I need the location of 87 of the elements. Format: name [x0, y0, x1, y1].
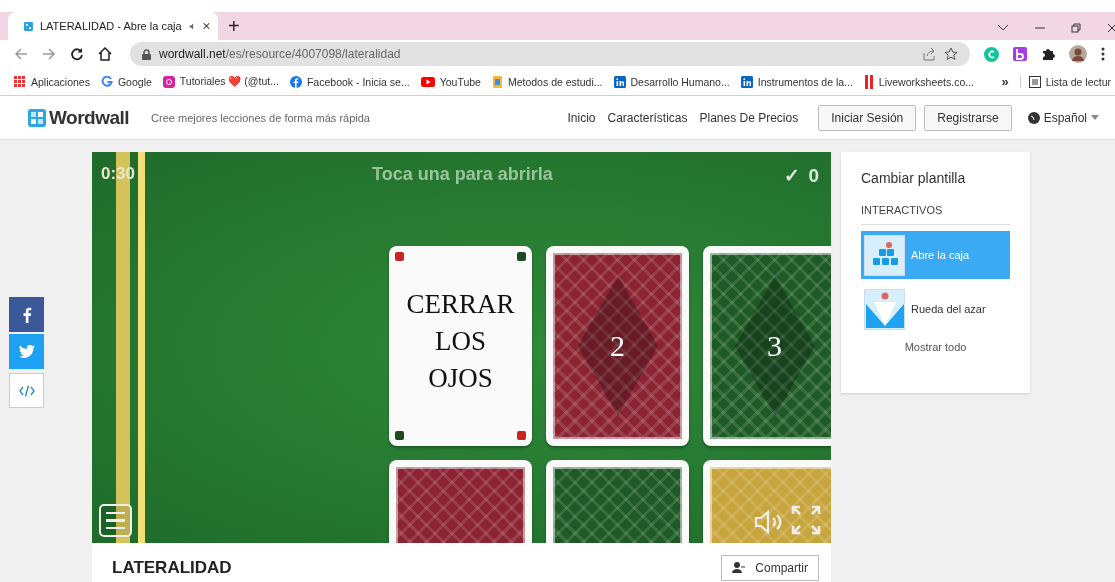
- apps-grid-icon: [14, 75, 26, 88]
- tagline: Cree mejores lecciones de forma más rápida: [151, 111, 370, 124]
- puzzle-icon[interactable]: [1041, 47, 1055, 61]
- bookmark-link[interactable]: Instrumentos de la...: [740, 75, 853, 88]
- reading-list-link[interactable]: Lista de lectur: [1019, 75, 1111, 88]
- fullscreen-icon: [791, 505, 821, 535]
- suit-pip-icon: [395, 431, 404, 440]
- bookmark-link[interactable]: Facebook - Inicia se...: [289, 75, 410, 88]
- letter-b-extension-icon[interactable]: [1013, 47, 1027, 61]
- logo-grid-icon: [28, 108, 46, 127]
- tab-title: LATERALIDAD - Abre la caja: [39, 20, 182, 32]
- linkedin-icon: [740, 75, 753, 88]
- share-button[interactable]: Compartir: [721, 554, 819, 581]
- document-icon: [491, 75, 503, 88]
- card-number: 2: [610, 329, 625, 363]
- bookmark-link[interactable]: Metodos de estudi...: [491, 75, 603, 88]
- back-arrow-icon[interactable]: [14, 47, 28, 61]
- bookmark-link[interactable]: YouTube: [420, 75, 481, 88]
- card-back[interactable]: 3: [703, 246, 831, 446]
- chevron-down-icon[interactable]: [997, 24, 1009, 32]
- google-g-icon: [100, 75, 113, 88]
- star-icon[interactable]: [944, 47, 958, 61]
- score: 0: [808, 164, 819, 187]
- boxes-thumbnail: [864, 234, 905, 276]
- code-icon: [18, 384, 35, 397]
- signup-button[interactable]: Registrarse: [924, 104, 1012, 131]
- grid-logo-icon: [24, 19, 33, 33]
- suit-pip-icon: [395, 252, 404, 261]
- play-icon: [420, 76, 435, 87]
- word-card[interactable]: CERRAR LOS OJOS: [389, 246, 532, 446]
- person-icon: [732, 562, 746, 573]
- more-icon[interactable]: [1101, 47, 1105, 61]
- check-mark: ✓: [784, 164, 801, 187]
- show-all-link[interactable]: Mostrar todo: [904, 341, 967, 353]
- url-path: /es/resource/4007098/lateralidad: [225, 47, 401, 61]
- nav-link[interactable]: Inicio: [567, 110, 596, 125]
- nav-link[interactable]: Planes De Precios: [699, 110, 799, 125]
- forward-arrow-icon[interactable]: [42, 47, 56, 61]
- bookmark-link[interactable]: Liveworksheets.co...: [863, 74, 974, 89]
- address-bar[interactable]: wordwall.net/es/resource/4007098/lateralidad: [130, 42, 970, 66]
- wheel-thumbnail: [864, 288, 905, 330]
- reload-icon[interactable]: [70, 47, 84, 61]
- twitter-share-button[interactable]: [9, 334, 44, 369]
- site-logo[interactable]: Wordwall: [28, 106, 130, 129]
- home-icon[interactable]: [98, 47, 112, 61]
- menu-button[interactable]: [99, 504, 132, 537]
- new-tab-button[interactable]: +: [228, 16, 240, 36]
- more-bookmarks[interactable]: »: [1001, 74, 1009, 89]
- avatar-icon[interactable]: [1069, 45, 1087, 63]
- bookmark-link[interactable]: Google: [100, 75, 152, 88]
- url-host: wordwall.net: [159, 47, 226, 61]
- facebook-icon: [289, 75, 302, 88]
- login-button[interactable]: Iniciar Sesión: [818, 104, 917, 131]
- globe-icon: [1027, 111, 1040, 124]
- bookmark-link[interactable]: Desarrollo Humano...: [613, 75, 730, 88]
- language-selector[interactable]: Español: [1021, 109, 1105, 126]
- diamond-icon: [577, 276, 658, 416]
- card-number: 3: [767, 329, 782, 363]
- caret-icon: [1091, 115, 1099, 120]
- activity-title: LATERALIDAD: [112, 557, 232, 578]
- browser-tab[interactable]: LATERALIDAD - Abre la caja: [8, 12, 218, 40]
- diamond-icon: [734, 276, 815, 416]
- share-icon[interactable]: [922, 47, 936, 61]
- nav-link[interactable]: Características: [607, 110, 688, 125]
- card-back[interactable]: 2: [546, 246, 689, 446]
- panel-title: Cambiar plantilla: [861, 170, 967, 186]
- card-text: CERRAR LOS OJOS: [405, 288, 516, 395]
- suit-pip-icon: [517, 431, 526, 440]
- bird-icon: [18, 345, 35, 358]
- facebook-f-icon: [21, 306, 32, 323]
- linkedin-icon: [613, 75, 626, 88]
- speaker-icon: [754, 509, 784, 535]
- instruction-text: Toca una para abrirla: [372, 164, 553, 185]
- restore-icon[interactable]: [1071, 23, 1081, 33]
- bookmark-link[interactable]: Tutoriales ❤ (@tut...: [162, 75, 279, 88]
- embed-button[interactable]: [9, 373, 44, 408]
- bookmark-link[interactable]: Aplicaciones: [14, 75, 90, 88]
- close-window-icon[interactable]: [1107, 23, 1115, 33]
- suit-pip-icon: [517, 252, 526, 261]
- facebook-share-button[interactable]: [9, 297, 44, 332]
- close-icon[interactable]: [203, 21, 210, 31]
- list-icon: [1028, 75, 1041, 88]
- camera-icon: [162, 75, 175, 88]
- template-option[interactable]: Rueda del azar: [861, 285, 1010, 333]
- double-bar-icon: [863, 74, 874, 89]
- lock-icon: [142, 48, 151, 60]
- section-heading: INTERACTIVOS: [861, 204, 1010, 225]
